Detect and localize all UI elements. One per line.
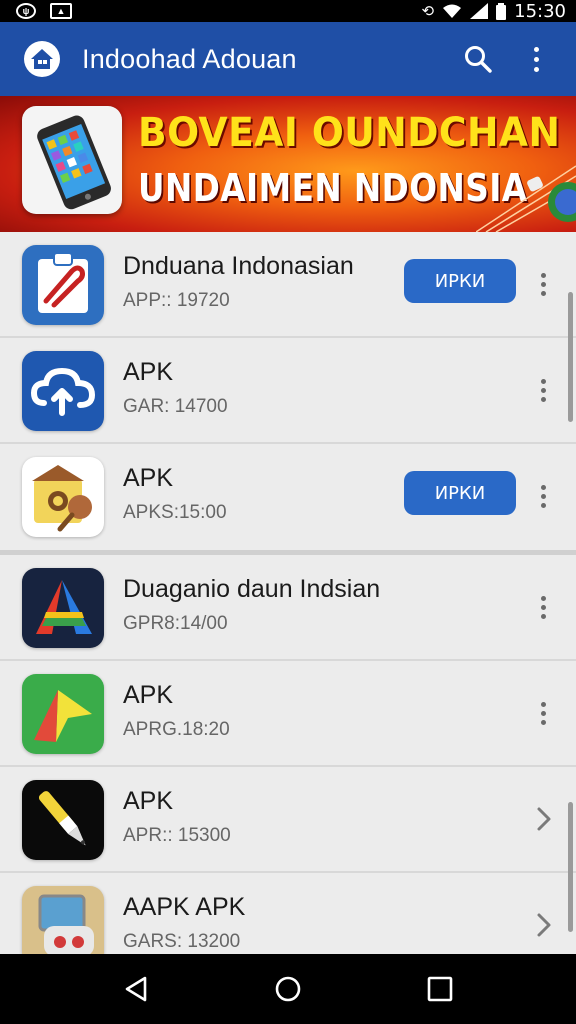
status-bar: ψ ▲ ⟲ 15:30 xyxy=(0,0,576,22)
install-button[interactable]: ИРКИ xyxy=(404,259,516,303)
overflow-menu-button[interactable] xyxy=(514,37,558,81)
install-button[interactable]: ИРКИ xyxy=(404,471,516,515)
app-subtitle: GARS: 13200 xyxy=(123,931,241,952)
search-icon xyxy=(465,46,492,73)
navigation-arrow-app-icon xyxy=(22,674,104,754)
triangle-logo-app-icon xyxy=(22,568,104,648)
more-vert-icon[interactable] xyxy=(532,587,554,627)
game-controller-app-icon xyxy=(22,886,104,954)
system-nav-bar xyxy=(0,954,576,1024)
cloud-sync-app-icon xyxy=(22,351,104,431)
recents-button[interactable] xyxy=(412,961,468,1017)
promo-banner[interactable]: BOVEAI OUNDCHAN UNDAIMEN NDONSIA xyxy=(0,96,576,232)
character-app-icon xyxy=(22,457,104,537)
more-vert-icon xyxy=(533,46,539,72)
wifi-icon xyxy=(443,4,462,18)
app-subtitle: APRG.18:20 xyxy=(123,719,230,740)
banner-headline: BOVEAI OUNDCHAN xyxy=(138,110,561,156)
signal-icon xyxy=(470,3,489,19)
banner-decoration-icon xyxy=(476,165,576,232)
status-left-icons: ψ ▲ xyxy=(16,3,72,19)
banner-subheadline: UNDAIMEN NDONSIA xyxy=(138,166,528,210)
recents-icon xyxy=(427,976,453,1002)
more-vert-icon[interactable] xyxy=(532,693,554,733)
list-item[interactable]: AAPK APK GARS: 13200 xyxy=(0,873,576,954)
home-logo-icon[interactable] xyxy=(24,41,60,77)
image-icon: ▲ xyxy=(50,3,72,19)
app-bar: Indoohad Adouan xyxy=(0,22,576,96)
app-title: AAPK APK xyxy=(123,893,246,921)
search-button[interactable] xyxy=(456,37,500,81)
back-icon xyxy=(125,976,147,1002)
clipboard-app-icon xyxy=(22,245,104,325)
chevron-right-icon[interactable] xyxy=(530,803,558,835)
home-button[interactable] xyxy=(260,961,316,1017)
app-title: Dnduana Indonasian xyxy=(123,252,354,280)
status-time: 15:30 xyxy=(514,0,566,22)
more-vert-icon[interactable] xyxy=(532,370,554,410)
phone-illustration-icon xyxy=(22,106,122,214)
app-title: Indoohad Adouan xyxy=(82,43,297,74)
more-vert-icon[interactable] xyxy=(532,476,554,516)
list-item[interactable]: Dnduana Indonasian APP:: 19720 ИРКИ xyxy=(0,232,576,338)
list-item[interactable]: APK APRG.18:20 xyxy=(0,661,576,767)
app-subtitle: APR:: 15300 xyxy=(123,825,231,846)
list-item[interactable]: APK GAR: 14700 xyxy=(0,338,576,444)
list-item[interactable]: APK APR:: 15300 xyxy=(0,767,576,873)
scrollbar-thumb[interactable] xyxy=(568,802,573,932)
app-title: Duaganio daun Indsian xyxy=(123,575,381,603)
app-title: APK xyxy=(123,464,174,492)
scrollbar-thumb[interactable] xyxy=(568,292,573,422)
sync-icon: ⟲ xyxy=(421,2,435,20)
app-title: APK xyxy=(123,681,174,709)
app-title: APK xyxy=(123,358,174,386)
list-item[interactable]: APK APKS:15:00 ИРКИ xyxy=(0,444,576,550)
app-subtitle: GAR: 14700 xyxy=(123,396,228,417)
back-button[interactable] xyxy=(108,961,164,1017)
app-subtitle: APP:: 19720 xyxy=(123,290,230,311)
home-icon xyxy=(275,976,301,1002)
notification-icon: ψ xyxy=(16,3,36,19)
pen-app-icon xyxy=(22,780,104,860)
battery-icon xyxy=(496,2,507,20)
chevron-right-icon[interactable] xyxy=(530,909,558,941)
app-list: Dnduana Indonasian APP:: 19720 ИРКИ APK … xyxy=(0,232,576,954)
status-right: ⟲ 15:30 xyxy=(422,1,566,22)
app-subtitle: GPR8:14/00 xyxy=(123,613,228,634)
list-item[interactable]: Duaganio daun Indsian GPR8:14/00 xyxy=(0,555,576,661)
app-subtitle: APKS:15:00 xyxy=(123,502,227,523)
more-vert-icon[interactable] xyxy=(532,264,554,304)
app-title: APK xyxy=(123,787,174,815)
